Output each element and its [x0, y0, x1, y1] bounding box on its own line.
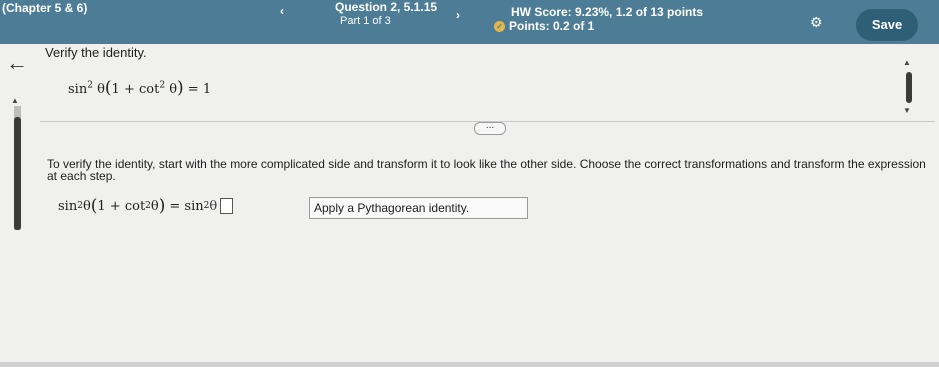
back-arrow-icon[interactable]: ← [6, 50, 28, 76]
answer-input-box[interactable] [220, 198, 234, 214]
right-scrollbar-thumb[interactable] [906, 72, 912, 103]
points-text: Points: 0.2 of 1 [509, 19, 595, 33]
right-scroll-down-arrow[interactable]: ▼ [903, 106, 911, 115]
next-question-button[interactable]: › [456, 8, 460, 22]
question-number: Question 2, 5.1.15 [335, 0, 438, 14]
question-title: Verify the identity. [45, 45, 147, 60]
identity-expression: sin2 θ(1 + cot2 θ) = 1 [68, 78, 212, 98]
transformation-select[interactable]: Apply a Pythagorean identity. [309, 197, 528, 219]
chapter-title: (Chapter 5 & 6) [2, 1, 88, 15]
instructions-text: To verify the identity, start with the m… [47, 157, 926, 183]
previous-question-button[interactable]: ‹ [280, 4, 284, 18]
expand-more-button[interactable]: ... [474, 121, 506, 135]
points-status: ✓ Points: 0.2 of 1 [494, 19, 594, 33]
partial-credit-icon: ✓ [494, 20, 505, 32]
bottom-border [0, 362, 939, 367]
right-scroll-up-arrow[interactable]: ▲ [903, 58, 911, 67]
question-part: Part 1 of 3 [340, 15, 391, 27]
step-expression: sin 2 θ(1 + cot 2 θ) = sin 2 θ [58, 196, 234, 216]
gear-icon[interactable]: ⚙ [810, 14, 823, 31]
hw-score: HW Score: 9.23%, 1.2 of 13 points [511, 5, 704, 19]
left-scroll-up-arrow[interactable]: ▲ [11, 96, 19, 105]
save-button[interactable]: Save [856, 9, 918, 41]
top-header: (Chapter 5 & 6) ‹ Question 2, 5.1.15 Par… [0, 0, 939, 44]
left-scrollbar-thumb[interactable] [14, 117, 21, 230]
